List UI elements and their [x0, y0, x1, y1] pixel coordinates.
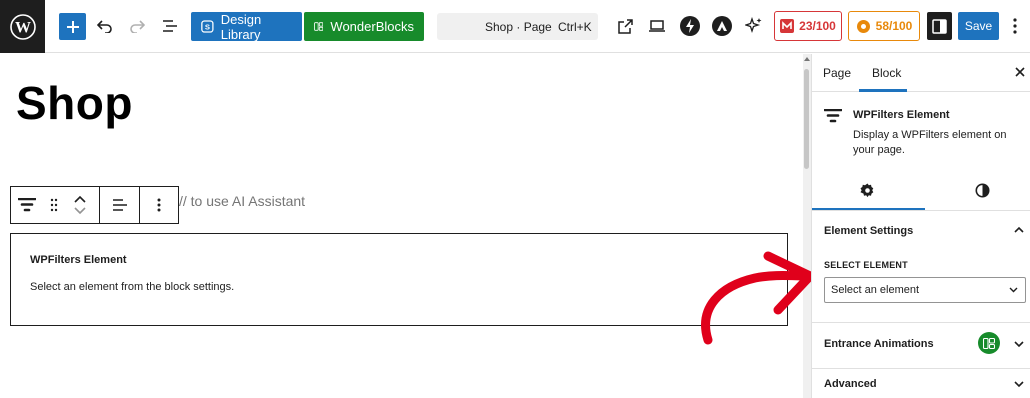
wpfilters-icon — [824, 109, 842, 123]
wpfilters-element-block[interactable]: WPFilters Element Select an element from… — [10, 233, 788, 326]
device-preview-icon[interactable] — [646, 16, 668, 36]
editor-top-toolbar: W S Design Library WonderBlocks Shop · P… — [0, 0, 1030, 53]
more-options-icon[interactable] — [1007, 14, 1023, 38]
chevron-up-icon — [1014, 226, 1024, 233]
wonderblocks-button[interactable]: WonderBlocks — [304, 12, 424, 41]
performance-plugin-icon[interactable] — [679, 15, 701, 37]
page-title[interactable]: Shop — [16, 76, 133, 130]
block-toolbar — [10, 186, 179, 224]
settings-sidebar: Page Block WPFilters Element Display a W… — [811, 54, 1030, 398]
command-palette-search[interactable]: Shop · Page Ctrl+K — [437, 13, 598, 40]
undo-icon[interactable] — [95, 16, 115, 36]
advanced-heading: Advanced — [824, 378, 877, 390]
block-card: WPFilters Element Display a WPFilters el… — [812, 93, 1030, 169]
element-settings-heading: Element Settings — [824, 225, 914, 237]
select-element-value: Select an element — [831, 284, 920, 296]
svg-text:S: S — [205, 22, 210, 31]
design-library-button[interactable]: S Design Library — [191, 11, 302, 42]
svg-text:W: W — [15, 19, 31, 36]
active-tab-indicator — [859, 89, 907, 92]
gear-icon — [856, 19, 870, 33]
active-subtab-indicator — [812, 208, 925, 210]
block-card-description: Display a WPFilters element on your page… — [853, 129, 1007, 156]
wpfilters-block-icon[interactable] — [11, 198, 43, 212]
scroll-thumb[interactable] — [804, 69, 809, 169]
block-title: WPFilters Element — [30, 254, 127, 266]
settings-style-tabs — [812, 171, 1030, 211]
block-card-name: WPFilters Element — [853, 109, 950, 121]
annotation-arrow — [701, 251, 815, 345]
chevron-down-icon — [1014, 381, 1024, 388]
design-library-icon: S — [201, 20, 214, 33]
astra-plugin-icon[interactable] — [711, 15, 733, 37]
entrance-animations-heading: Entrance Animations — [824, 338, 934, 350]
design-library-label: Design Library — [220, 11, 262, 42]
settings-gear-icon[interactable] — [860, 183, 875, 198]
move-up-icon[interactable] — [74, 195, 86, 203]
wonderblocks-label: WonderBlocks — [330, 19, 414, 34]
select-element-label: SELECT ELEMENT — [824, 260, 908, 270]
settings-sidebar-toggle[interactable] — [927, 12, 952, 40]
shortcut-hint: Ctrl+K — [558, 20, 592, 34]
ai-sparkle-icon[interactable] — [743, 15, 765, 37]
tab-page[interactable]: Page — [823, 66, 851, 80]
seo-score-value: 23/100 — [799, 19, 836, 33]
wonderblocks-badge-icon — [978, 332, 1000, 354]
save-button[interactable]: Save — [958, 12, 999, 40]
element-settings-panel-toggle[interactable]: Element Settings — [812, 220, 1030, 250]
view-page-external-icon[interactable] — [615, 16, 635, 36]
document-overview-icon[interactable] — [159, 16, 181, 36]
sidebar-icon — [932, 18, 947, 34]
readability-score-value: 58/100 — [875, 19, 913, 33]
seo-plugin-icon — [780, 19, 795, 33]
styles-contrast-icon[interactable] — [975, 183, 990, 198]
chevron-down-icon — [1009, 287, 1018, 293]
wonderblocks-icon — [314, 22, 324, 31]
wordpress-logo-icon[interactable]: W — [0, 0, 45, 53]
panel-divider — [812, 368, 1030, 369]
panel-divider — [812, 322, 1030, 323]
readability-score-button[interactable]: 58/100 — [848, 11, 920, 41]
ai-assistant-hint[interactable]: // to use AI Assistant — [179, 193, 305, 209]
block-options-icon[interactable] — [140, 187, 178, 223]
document-title: Shop · Page — [485, 20, 552, 34]
close-icon[interactable] — [1013, 65, 1027, 79]
block-description: Select an element from the block setting… — [30, 281, 235, 293]
advanced-panel-toggle[interactable]: Advanced — [812, 370, 1030, 398]
redo-icon[interactable] — [127, 16, 147, 36]
select-element-dropdown[interactable]: Select an element — [824, 277, 1026, 303]
scroll-up-icon[interactable] — [804, 56, 810, 62]
add-block-button[interactable] — [59, 13, 86, 40]
tab-block[interactable]: Block — [872, 66, 901, 80]
drag-handle-icon[interactable] — [43, 198, 65, 212]
sidebar-tabs: Page Block — [812, 54, 1030, 92]
seo-score-button[interactable]: 23/100 — [774, 11, 842, 41]
chevron-down-icon — [1014, 341, 1024, 348]
align-icon[interactable] — [100, 187, 140, 223]
move-down-icon[interactable] — [74, 207, 86, 215]
